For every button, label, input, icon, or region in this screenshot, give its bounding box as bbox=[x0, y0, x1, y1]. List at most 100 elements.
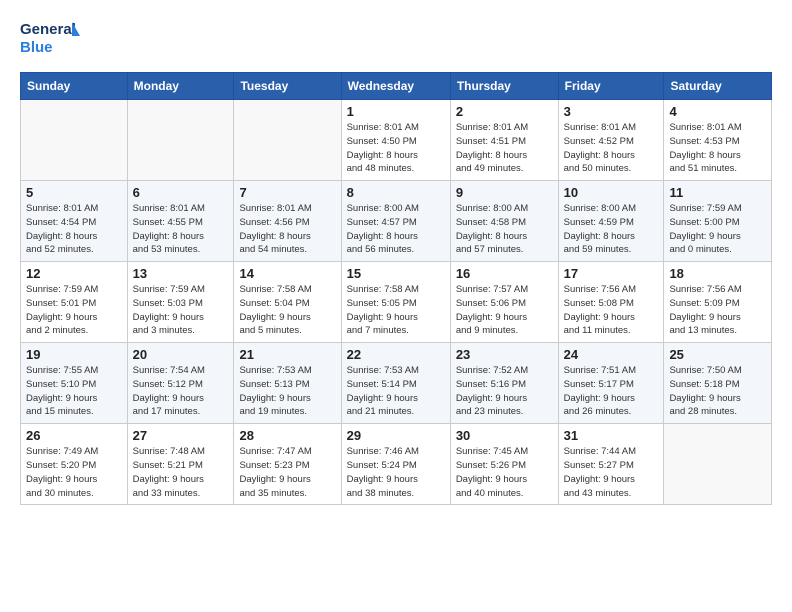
day-number: 4 bbox=[669, 104, 766, 119]
calendar-cell: 29 Sunrise: 7:46 AMSunset: 5:24 PMDayligh… bbox=[341, 424, 450, 505]
calendar-cell: 30Sunrise: 7:45 AMSunset: 5:26 PMDayligh… bbox=[450, 424, 558, 505]
day-info: Sunrise: 7:53 AMSunset: 5:14 PMDaylight:… bbox=[347, 364, 445, 419]
calendar-cell: 18 Sunrise: 7:56 AMSunset: 5:09 PMDayligh… bbox=[664, 262, 772, 343]
day-info: Sunrise: 7:45 AMSunset: 5:26 PMDaylight:… bbox=[456, 445, 553, 500]
calendar-cell: 11 Sunrise: 7:59 AMSunset: 5:00 PMDayligh… bbox=[664, 181, 772, 262]
calendar-cell bbox=[127, 100, 234, 181]
day-info: Sunrise: 8:01 AMSunset: 4:50 PMDaylight:… bbox=[347, 121, 445, 176]
day-number: 12 bbox=[26, 266, 122, 281]
day-number: 31 bbox=[564, 428, 659, 443]
day-info: Sunrise: 7:59 AMSunset: 5:01 PMDaylight:… bbox=[26, 283, 122, 338]
day-info: Sunrise: 7:52 AMSunset: 5:16 PMDaylight:… bbox=[456, 364, 553, 419]
calendar-cell: 21 Sunrise: 7:53 AMSunset: 5:13 PMDayligh… bbox=[234, 343, 341, 424]
weekday-header-saturday: Saturday bbox=[664, 73, 772, 100]
calendar-week-row: 12 Sunrise: 7:59 AMSunset: 5:01 PMDayligh… bbox=[21, 262, 772, 343]
weekday-header-row: SundayMondayTuesdayWednesdayThursdayFrid… bbox=[21, 73, 772, 100]
day-number: 3 bbox=[564, 104, 659, 119]
day-number: 17 bbox=[564, 266, 659, 281]
day-number: 7 bbox=[239, 185, 335, 200]
logo: General Blue bbox=[20, 16, 80, 60]
day-info: Sunrise: 8:01 AMSunset: 4:56 PMDaylight:… bbox=[239, 202, 335, 257]
day-number: 13 bbox=[133, 266, 229, 281]
calendar-cell: 6 Sunrise: 8:01 AMSunset: 4:55 PMDaylight… bbox=[127, 181, 234, 262]
day-info: Sunrise: 7:44 AMSunset: 5:27 PMDaylight:… bbox=[564, 445, 659, 500]
day-number: 16 bbox=[456, 266, 553, 281]
day-number: 23 bbox=[456, 347, 553, 362]
day-info: Sunrise: 7:51 AMSunset: 5:17 PMDaylight:… bbox=[564, 364, 659, 419]
calendar-week-row: 26 Sunrise: 7:49 AMSunset: 5:20 PMDayligh… bbox=[21, 424, 772, 505]
day-info: Sunrise: 7:56 AMSunset: 5:09 PMDaylight:… bbox=[669, 283, 766, 338]
day-info: Sunrise: 8:01 AMSunset: 4:53 PMDaylight:… bbox=[669, 121, 766, 176]
calendar-cell: 12 Sunrise: 7:59 AMSunset: 5:01 PMDayligh… bbox=[21, 262, 128, 343]
svg-text:General: General bbox=[20, 21, 76, 38]
logo-svg: General Blue bbox=[20, 16, 80, 60]
day-info: Sunrise: 7:50 AMSunset: 5:18 PMDaylight:… bbox=[669, 364, 766, 419]
calendar-cell: 15Sunrise: 7:58 AMSunset: 5:05 PMDayligh… bbox=[341, 262, 450, 343]
calendar-cell: 25Sunrise: 7:50 AMSunset: 5:18 PMDayligh… bbox=[664, 343, 772, 424]
weekday-header-sunday: Sunday bbox=[21, 73, 128, 100]
day-number: 11 bbox=[669, 185, 766, 200]
calendar-cell: 2 Sunrise: 8:01 AMSunset: 4:51 PMDaylight… bbox=[450, 100, 558, 181]
calendar-week-row: 19 Sunrise: 7:55 AMSunset: 5:10 PMDayligh… bbox=[21, 343, 772, 424]
day-info: Sunrise: 7:54 AMSunset: 5:12 PMDaylight:… bbox=[133, 364, 229, 419]
day-info: Sunrise: 7:55 AMSunset: 5:10 PMDaylight:… bbox=[26, 364, 122, 419]
day-number: 10 bbox=[564, 185, 659, 200]
weekday-header-thursday: Thursday bbox=[450, 73, 558, 100]
day-info: Sunrise: 7:47 AMSunset: 5:23 PMDaylight:… bbox=[239, 445, 335, 500]
day-info: Sunrise: 7:49 AMSunset: 5:20 PMDaylight:… bbox=[26, 445, 122, 500]
calendar-cell: 23 Sunrise: 7:52 AMSunset: 5:16 PMDayligh… bbox=[450, 343, 558, 424]
day-number: 6 bbox=[133, 185, 229, 200]
calendar-cell: 7 Sunrise: 8:01 AMSunset: 4:56 PMDaylight… bbox=[234, 181, 341, 262]
calendar-cell: 10 Sunrise: 8:00 AMSunset: 4:59 PMDayligh… bbox=[558, 181, 664, 262]
day-info: Sunrise: 7:48 AMSunset: 5:21 PMDaylight:… bbox=[133, 445, 229, 500]
day-info: Sunrise: 8:00 AMSunset: 4:58 PMDaylight:… bbox=[456, 202, 553, 257]
calendar-cell: 24Sunrise: 7:51 AMSunset: 5:17 PMDayligh… bbox=[558, 343, 664, 424]
calendar-week-row: 1 Sunrise: 8:01 AMSunset: 4:50 PMDaylight… bbox=[21, 100, 772, 181]
day-info: Sunrise: 7:59 AMSunset: 5:00 PMDaylight:… bbox=[669, 202, 766, 257]
calendar-week-row: 5 Sunrise: 8:01 AMSunset: 4:54 PMDaylight… bbox=[21, 181, 772, 262]
calendar-cell: 27 Sunrise: 7:48 AMSunset: 5:21 PMDayligh… bbox=[127, 424, 234, 505]
calendar-cell: 26 Sunrise: 7:49 AMSunset: 5:20 PMDayligh… bbox=[21, 424, 128, 505]
day-number: 18 bbox=[669, 266, 766, 281]
weekday-header-wednesday: Wednesday bbox=[341, 73, 450, 100]
day-info: Sunrise: 8:01 AMSunset: 4:54 PMDaylight:… bbox=[26, 202, 122, 257]
day-number: 26 bbox=[26, 428, 122, 443]
calendar-cell: 5 Sunrise: 8:01 AMSunset: 4:54 PMDaylight… bbox=[21, 181, 128, 262]
day-info: Sunrise: 7:53 AMSunset: 5:13 PMDaylight:… bbox=[239, 364, 335, 419]
calendar-cell: 3 Sunrise: 8:01 AMSunset: 4:52 PMDaylight… bbox=[558, 100, 664, 181]
day-info: Sunrise: 8:00 AMSunset: 4:57 PMDaylight:… bbox=[347, 202, 445, 257]
day-number: 5 bbox=[26, 185, 122, 200]
calendar-cell: 9 Sunrise: 8:00 AMSunset: 4:58 PMDaylight… bbox=[450, 181, 558, 262]
day-info: Sunrise: 8:01 AMSunset: 4:51 PMDaylight:… bbox=[456, 121, 553, 176]
day-info: Sunrise: 7:59 AMSunset: 5:03 PMDaylight:… bbox=[133, 283, 229, 338]
calendar-cell bbox=[664, 424, 772, 505]
day-info: Sunrise: 7:58 AMSunset: 5:05 PMDaylight:… bbox=[347, 283, 445, 338]
day-info: Sunrise: 7:56 AMSunset: 5:08 PMDaylight:… bbox=[564, 283, 659, 338]
calendar-cell bbox=[234, 100, 341, 181]
day-number: 2 bbox=[456, 104, 553, 119]
day-info: Sunrise: 7:46 AMSunset: 5:24 PMDaylight:… bbox=[347, 445, 445, 500]
calendar-cell: 28 Sunrise: 7:47 AMSunset: 5:23 PMDayligh… bbox=[234, 424, 341, 505]
weekday-header-monday: Monday bbox=[127, 73, 234, 100]
calendar-cell: 22Sunrise: 7:53 AMSunset: 5:14 PMDayligh… bbox=[341, 343, 450, 424]
svg-text:Blue: Blue bbox=[20, 39, 53, 56]
calendar-cell: 8 Sunrise: 8:00 AMSunset: 4:57 PMDaylight… bbox=[341, 181, 450, 262]
day-number: 8 bbox=[347, 185, 445, 200]
day-number: 29 bbox=[347, 428, 445, 443]
calendar-cell: 4 Sunrise: 8:01 AMSunset: 4:53 PMDaylight… bbox=[664, 100, 772, 181]
day-info: Sunrise: 8:00 AMSunset: 4:59 PMDaylight:… bbox=[564, 202, 659, 257]
calendar: SundayMondayTuesdayWednesdayThursdayFrid… bbox=[20, 72, 772, 505]
day-info: Sunrise: 8:01 AMSunset: 4:55 PMDaylight:… bbox=[133, 202, 229, 257]
day-number: 19 bbox=[26, 347, 122, 362]
day-number: 21 bbox=[239, 347, 335, 362]
header: General Blue bbox=[20, 16, 772, 60]
calendar-cell: 1 Sunrise: 8:01 AMSunset: 4:50 PMDaylight… bbox=[341, 100, 450, 181]
day-number: 9 bbox=[456, 185, 553, 200]
day-number: 28 bbox=[239, 428, 335, 443]
day-info: Sunrise: 7:57 AMSunset: 5:06 PMDaylight:… bbox=[456, 283, 553, 338]
day-number: 14 bbox=[239, 266, 335, 281]
day-number: 27 bbox=[133, 428, 229, 443]
day-info: Sunrise: 7:58 AMSunset: 5:04 PMDaylight:… bbox=[239, 283, 335, 338]
day-info: Sunrise: 8:01 AMSunset: 4:52 PMDaylight:… bbox=[564, 121, 659, 176]
day-number: 1 bbox=[347, 104, 445, 119]
